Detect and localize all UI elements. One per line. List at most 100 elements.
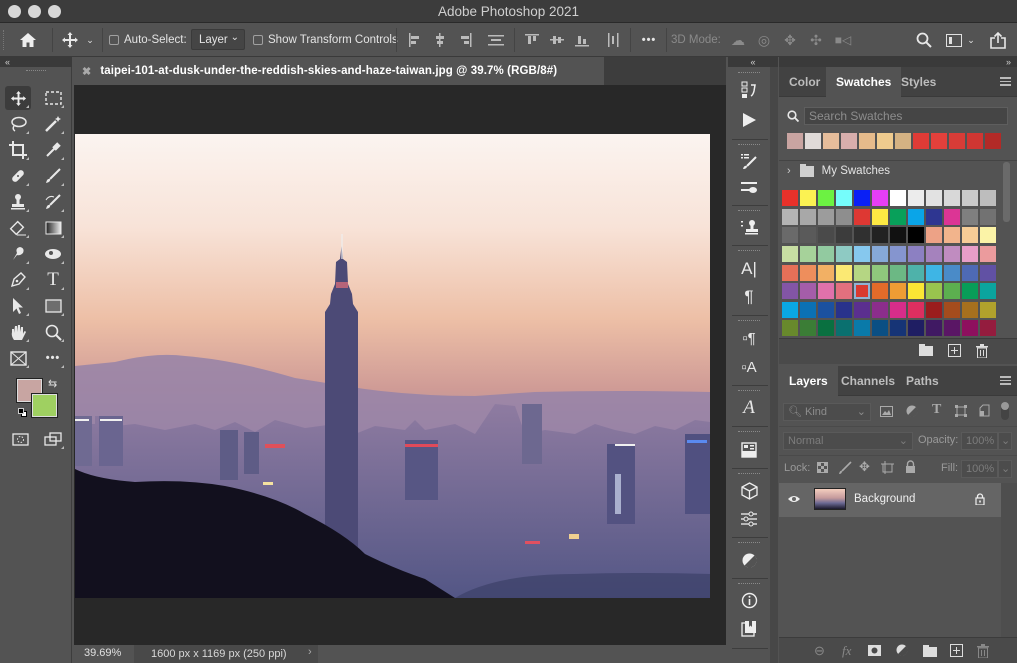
swatch[interactable] xyxy=(944,208,960,225)
swatch[interactable] xyxy=(836,227,852,244)
info-panel-button[interactable] xyxy=(736,588,762,612)
lasso-tool[interactable] xyxy=(5,112,31,136)
layer-filter-kind-dropdown[interactable]: 🔍︎ Kind ⌄ xyxy=(783,403,871,421)
character-panel-button[interactable]: A| xyxy=(736,257,762,281)
swatch[interactable] xyxy=(890,264,906,281)
document-info[interactable]: 1600 px x 1169 px (250 ppi) xyxy=(134,645,318,663)
recent-swatch[interactable] xyxy=(985,133,1001,149)
adjustments-panel-button[interactable] xyxy=(736,507,762,531)
path-selection-tool[interactable] xyxy=(5,294,31,318)
swatch[interactable] xyxy=(800,320,816,337)
recent-swatch[interactable] xyxy=(859,133,875,149)
eraser-tool[interactable] xyxy=(5,216,31,240)
share-button[interactable] xyxy=(987,28,1009,52)
spot-healing-brush-tool[interactable] xyxy=(5,164,31,188)
canvas-area[interactable] xyxy=(74,85,726,645)
expand-panels-button[interactable]: » xyxy=(779,57,1017,67)
swatch[interactable] xyxy=(980,245,996,262)
swatch[interactable] xyxy=(926,245,942,262)
auto-select-checkbox[interactable]: Auto-Select: xyxy=(109,28,187,52)
panel-menu-icon[interactable] xyxy=(1000,376,1011,385)
swatch[interactable] xyxy=(944,245,960,262)
swatch[interactable] xyxy=(890,190,906,206)
recent-swatch[interactable] xyxy=(841,133,857,149)
search-swatches-input[interactable]: Search Swatches xyxy=(804,106,1008,125)
swatch[interactable] xyxy=(926,301,942,318)
swatch[interactable] xyxy=(854,245,870,262)
swatch[interactable] xyxy=(782,301,798,318)
zoom-tool[interactable] xyxy=(40,320,66,344)
swatch[interactable] xyxy=(800,283,816,300)
swap-colors-icon[interactable]: ⇆ xyxy=(48,377,57,390)
swatch[interactable] xyxy=(890,208,906,225)
3d-panel-button[interactable] xyxy=(736,479,762,503)
magic-wand-tool[interactable] xyxy=(40,112,66,136)
swatch[interactable] xyxy=(872,208,888,225)
swatch[interactable] xyxy=(926,283,942,300)
distribute-horizontal-button[interactable] xyxy=(603,28,623,52)
lock-position-icon[interactable]: ✥ xyxy=(859,459,870,475)
3d-roll-button[interactable]: ◎ xyxy=(754,28,774,52)
gradient-tool[interactable] xyxy=(40,216,66,240)
swatch[interactable] xyxy=(854,190,870,206)
glyphs-panel-button[interactable]: A xyxy=(736,396,762,420)
layers-scrollbar[interactable] xyxy=(1001,483,1017,637)
swatch[interactable] xyxy=(854,283,870,300)
swatch[interactable] xyxy=(962,283,978,300)
swatch[interactable] xyxy=(908,320,924,337)
document-image[interactable] xyxy=(75,134,710,598)
distribute-vertical-button[interactable] xyxy=(485,28,507,52)
home-button[interactable] xyxy=(16,28,40,52)
lock-all-icon[interactable] xyxy=(905,460,916,473)
swatch[interactable] xyxy=(782,264,798,281)
rectangle-tool[interactable] xyxy=(40,294,66,318)
swatch[interactable] xyxy=(836,320,852,337)
swatch[interactable] xyxy=(890,320,906,337)
recent-swatch[interactable] xyxy=(787,133,803,149)
recent-swatch[interactable] xyxy=(823,133,839,149)
character-styles-button[interactable]: ▫A xyxy=(736,355,762,379)
filter-pixel-layers-icon[interactable] xyxy=(880,406,893,417)
swatch[interactable] xyxy=(944,301,960,318)
swatch[interactable] xyxy=(854,264,870,281)
icon-strip-scrollbar[interactable] xyxy=(770,67,778,663)
chevron-right-icon[interactable]: › xyxy=(308,646,312,658)
new-adjustment-layer-icon[interactable] xyxy=(896,644,908,657)
swatch[interactable] xyxy=(836,301,852,318)
swatch[interactable] xyxy=(872,283,888,300)
swatch[interactable] xyxy=(980,264,996,281)
crop-tool[interactable] xyxy=(5,138,31,162)
swatch[interactable] xyxy=(908,301,924,318)
swatch[interactable] xyxy=(980,190,996,206)
swatch[interactable] xyxy=(962,208,978,225)
fill-slider-button[interactable]: ⌄ xyxy=(998,460,1012,478)
paragraph-panel-button[interactable]: ¶ xyxy=(736,285,762,309)
swatch[interactable] xyxy=(908,208,924,225)
new-group-icon[interactable] xyxy=(923,645,937,657)
swatch[interactable] xyxy=(980,227,996,244)
new-group-folder-icon[interactable] xyxy=(919,344,933,356)
eye-icon[interactable] xyxy=(787,494,801,504)
swatch-group-my-swatches[interactable]: › My Swatches xyxy=(787,163,890,177)
quick-mask-button[interactable] xyxy=(7,427,33,451)
recent-swatch[interactable] xyxy=(805,133,821,149)
swatches-scrollbar[interactable] xyxy=(1003,162,1010,222)
delete-swatch-icon[interactable] xyxy=(976,344,988,358)
swatch[interactable] xyxy=(872,190,888,206)
swatch[interactable] xyxy=(872,264,888,281)
3d-pan-button[interactable]: ✥ xyxy=(780,28,800,52)
swatch[interactable] xyxy=(980,301,996,318)
swatch[interactable] xyxy=(962,245,978,262)
swatch[interactable] xyxy=(836,190,852,206)
screen-mode-button[interactable] xyxy=(40,427,66,451)
swatch[interactable] xyxy=(818,264,834,281)
swatch[interactable] xyxy=(818,245,834,262)
move-tool-preset-button[interactable] xyxy=(58,28,82,52)
swatch[interactable] xyxy=(818,320,834,337)
eyedropper-tool[interactable] xyxy=(40,138,66,162)
swatch[interactable] xyxy=(800,208,816,225)
layer-style-fx-icon[interactable]: fx xyxy=(842,643,851,659)
notes-panel-button[interactable] xyxy=(736,616,762,640)
swatch[interactable] xyxy=(908,283,924,300)
align-horizontal-centers-button[interactable] xyxy=(430,28,450,52)
